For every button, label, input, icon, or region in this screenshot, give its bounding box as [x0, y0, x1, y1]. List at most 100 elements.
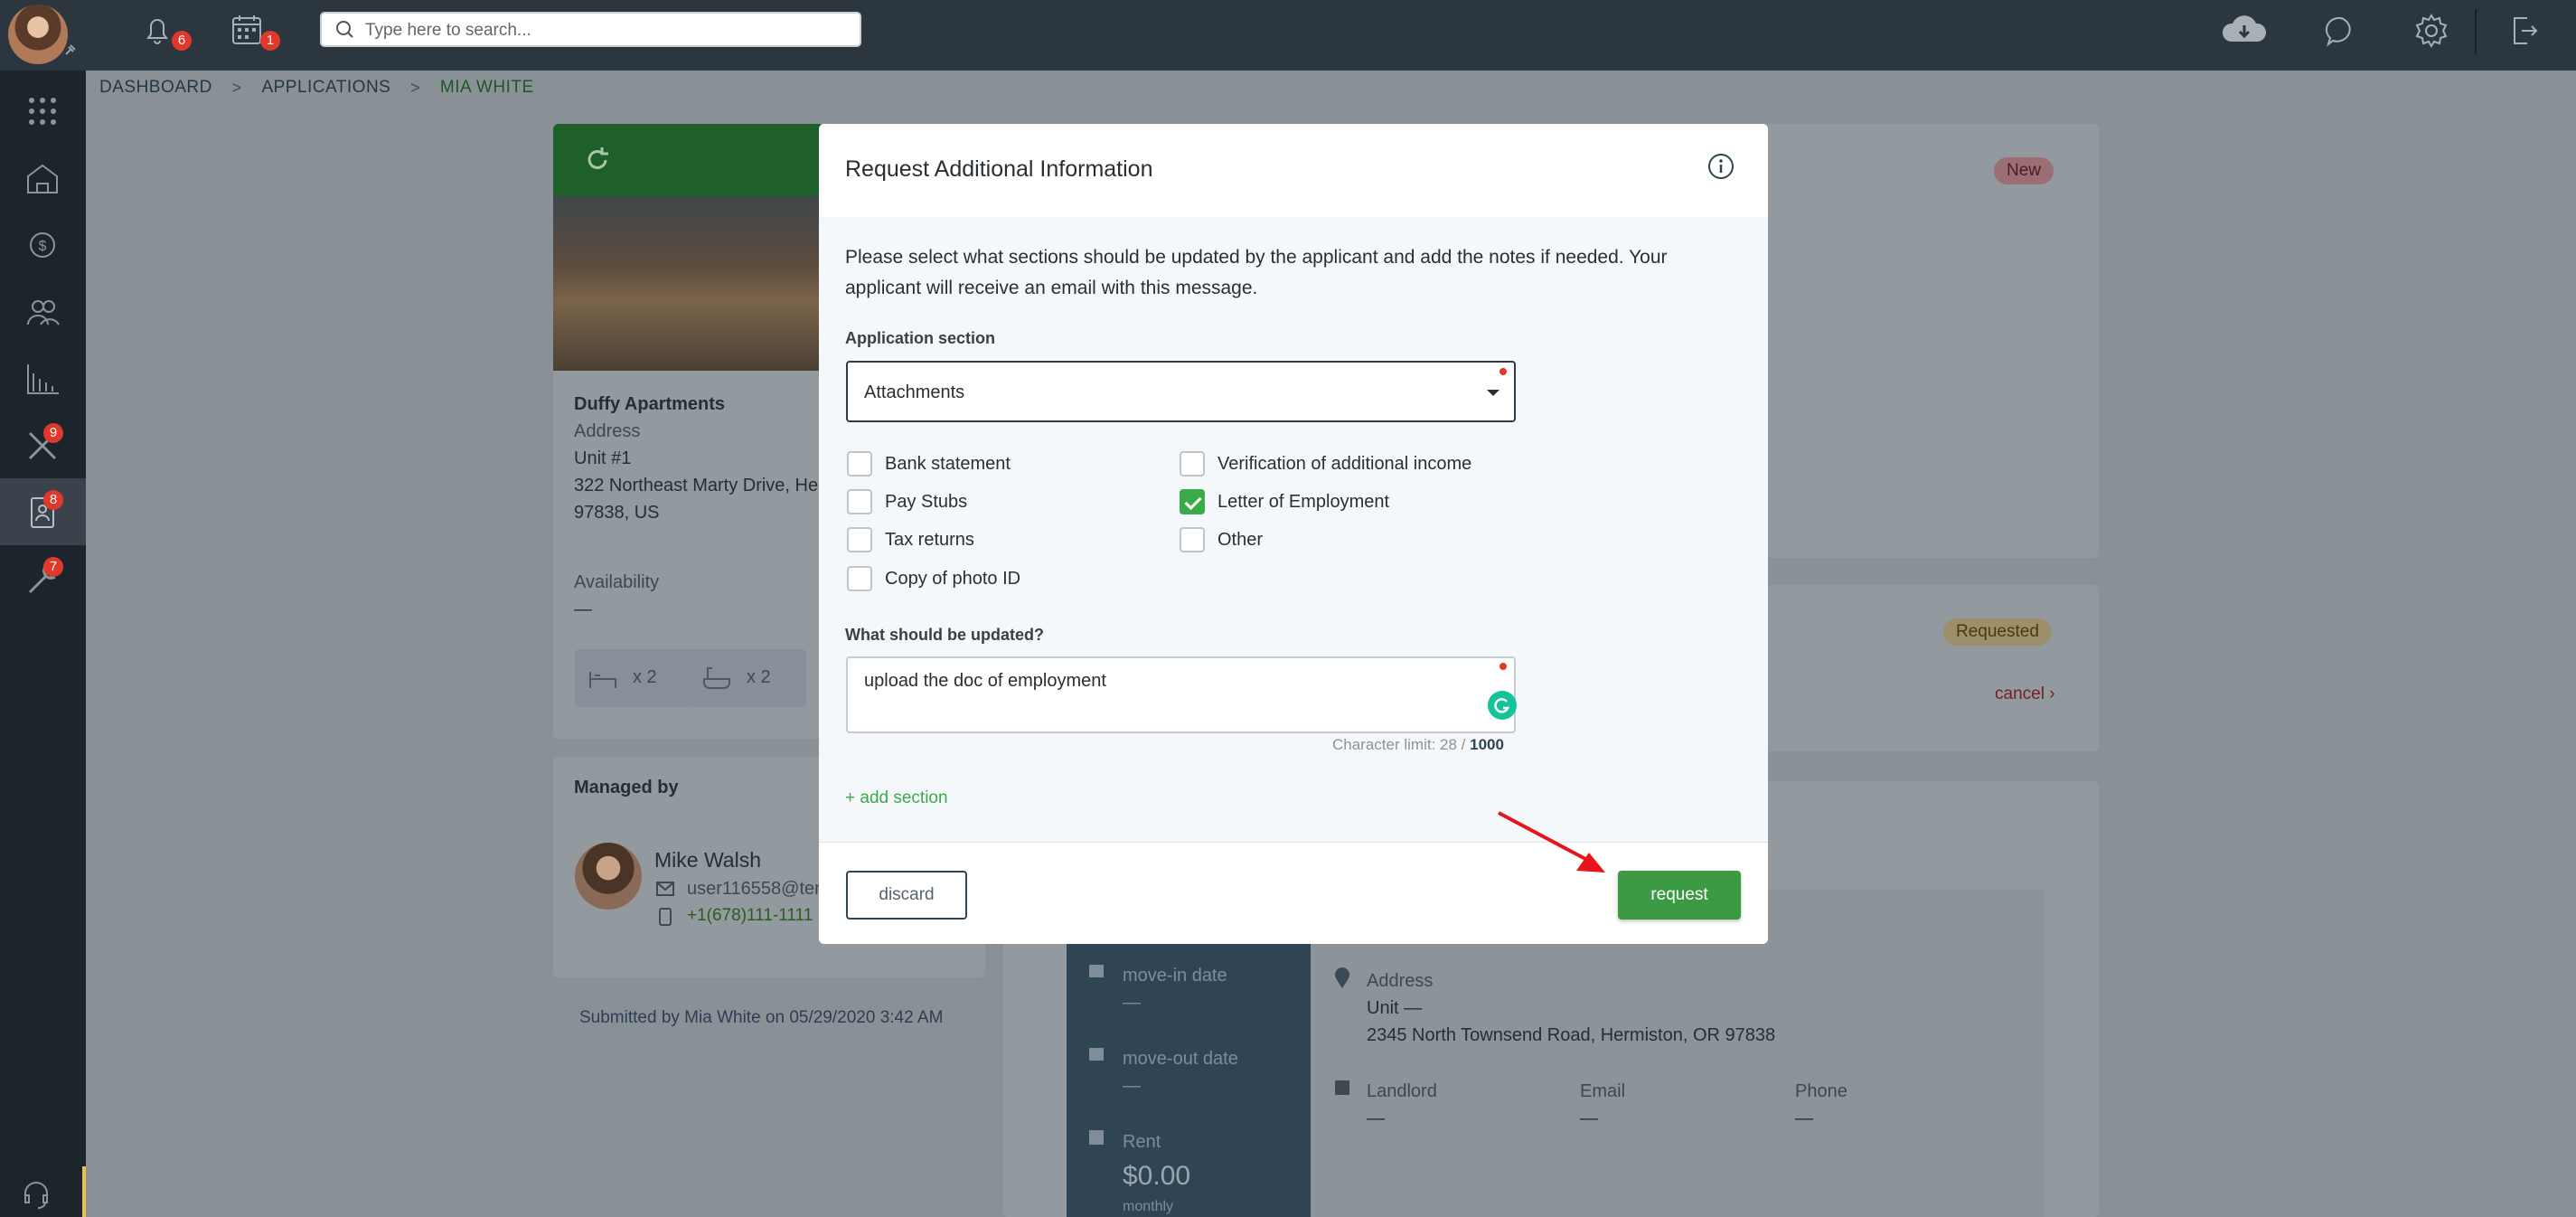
required-indicator: [1500, 663, 1507, 670]
cancel-request-link[interactable]: cancel ›: [1995, 684, 2055, 704]
topbar-divider: [2475, 9, 2477, 54]
search-icon: [336, 21, 353, 38]
notes-value: upload the doc of employment: [864, 671, 1106, 691]
sidebar-item-reports[interactable]: [0, 344, 86, 411]
sidebar-item-tools[interactable]: 9: [0, 411, 86, 478]
landlord-label: Landlord: [1367, 1081, 1437, 1101]
annotation-arrow-icon: [1498, 811, 1605, 873]
cloud-download-icon[interactable]: [2217, 11, 2271, 51]
checkbox-label: Letter of Employment: [1217, 492, 1390, 512]
property-street: 322 Northeast Marty Drive, He: [574, 476, 819, 495]
beds-count: x 2: [633, 667, 657, 687]
money-cycle-icon: $: [30, 232, 55, 258]
calendar-icon: [1089, 1048, 1104, 1061]
sidebar-item-apps[interactable]: [0, 77, 86, 144]
contact-card-icon: [1335, 1080, 1349, 1095]
checkbox-additional-income[interactable]: [1180, 451, 1205, 476]
request-button[interactable]: request: [1618, 871, 1741, 920]
checkbox-label: Verification of additional income: [1217, 454, 1472, 474]
grammarly-icon[interactable]: [1488, 691, 1517, 720]
notes-label: What should be updated?: [845, 626, 1044, 644]
landlord-phone-value: —: [1795, 1109, 1813, 1128]
baths-amenity: x 2: [689, 649, 806, 707]
checkbox-tax-returns[interactable]: [847, 527, 872, 552]
manager-phone[interactable]: +1(678)111-1111: [687, 906, 813, 926]
maintenance-badge: 7: [43, 557, 63, 577]
moveout-value: —: [1123, 1076, 1141, 1096]
chat-icon[interactable]: [2321, 11, 2361, 51]
character-limit-max: 1000: [1470, 736, 1504, 753]
property-photo: [553, 196, 824, 371]
landlord-value: —: [1367, 1109, 1385, 1128]
checkbox-label: Other: [1217, 530, 1264, 550]
calendar-button[interactable]: 1: [228, 11, 280, 51]
checkbox-bank-statement[interactable]: [847, 451, 872, 476]
lease-address-street: 2345 North Townsend Road, Hermiston, OR …: [1367, 1025, 1776, 1045]
application-section-value: Attachments: [864, 382, 965, 402]
checkbox-label: Tax returns: [885, 530, 974, 550]
beds-amenity: x 2: [575, 649, 692, 707]
discard-button[interactable]: discard: [846, 871, 967, 920]
add-section-link[interactable]: + add section: [845, 788, 948, 808]
bed-icon: [589, 672, 616, 688]
movein-label: move-in date: [1123, 966, 1227, 986]
modal-footer: discard request: [819, 842, 1768, 944]
grid-icon: [29, 98, 56, 125]
baths-count: x 2: [747, 667, 771, 687]
calendar-icon: [1089, 965, 1104, 977]
checkbox-pay-stubs[interactable]: [847, 489, 872, 514]
manager-email[interactable]: user116558@ter: [687, 879, 821, 900]
sidebar-item-properties[interactable]: [0, 144, 86, 211]
search-input[interactable]: [363, 14, 846, 47]
sidebar-item-maintenance[interactable]: 7: [0, 545, 86, 612]
sidebar-item-people[interactable]: [0, 278, 86, 344]
modal-header: Request Additional Information: [819, 124, 1768, 217]
modal-title: Request Additional Information: [845, 156, 1153, 182]
notifications-button[interactable]: 6: [137, 11, 192, 51]
notifications-badge: 6: [172, 31, 192, 51]
character-limit-count: Character limit: 28 /: [1332, 736, 1466, 753]
breadcrumb-dashboard[interactable]: DASHBOARD: [99, 78, 212, 98]
manager-name: Mike Walsh: [654, 848, 761, 872]
landlord-email-label: Email: [1580, 1081, 1626, 1101]
checkbox-letter-of-employment[interactable]: [1180, 489, 1205, 514]
landlord-email-value: —: [1580, 1109, 1598, 1128]
refresh-icon[interactable]: [582, 144, 615, 176]
support-button[interactable]: [0, 1166, 86, 1217]
mail-icon: [656, 882, 674, 896]
phone-icon: [659, 908, 672, 926]
checkbox-photo-id[interactable]: [847, 566, 872, 591]
applications-badge: 8: [43, 490, 63, 510]
availability-label: Availability: [574, 572, 660, 592]
required-indicator: [1500, 368, 1507, 375]
chevron-down-icon: [1487, 390, 1500, 396]
bath-icon: [703, 667, 730, 689]
rent-value: $0.00: [1123, 1161, 1191, 1191]
section-label: Application section: [845, 329, 996, 347]
checkbox-other[interactable]: [1180, 527, 1205, 552]
search-box[interactable]: [320, 12, 861, 47]
people-icon: [27, 300, 60, 325]
notes-textarea[interactable]: upload the doc of employment: [846, 656, 1517, 733]
logout-icon[interactable]: [2504, 11, 2543, 51]
checkbox-label: Pay Stubs: [885, 492, 968, 512]
sidebar-item-applications[interactable]: 8: [0, 478, 86, 545]
user-avatar[interactable]: [8, 5, 68, 64]
request-info-modal: Request Additional Information Please se…: [819, 124, 1768, 944]
headset-icon: [24, 1182, 48, 1209]
moveout-label: move-out date: [1123, 1049, 1238, 1069]
managed-by-title: Managed by: [574, 778, 679, 797]
property-card-header: [553, 124, 824, 196]
sidebar-item-accounting[interactable]: $: [0, 211, 86, 278]
breadcrumb-applications[interactable]: APPLICATIONS: [261, 78, 390, 98]
status-badge-new: New: [1994, 157, 2054, 184]
building-icon: [27, 164, 58, 193]
property-address-label: Address: [574, 421, 641, 441]
checkbox-label: Bank statement: [885, 454, 1011, 474]
lease-address-label: Address: [1367, 971, 1434, 991]
settings-gear-icon[interactable]: [2411, 11, 2451, 51]
breadcrumb-separator: >: [231, 78, 242, 97]
manager-avatar: [575, 843, 642, 910]
info-icon[interactable]: [1706, 152, 1735, 181]
application-section-select[interactable]: Attachments: [846, 361, 1516, 422]
